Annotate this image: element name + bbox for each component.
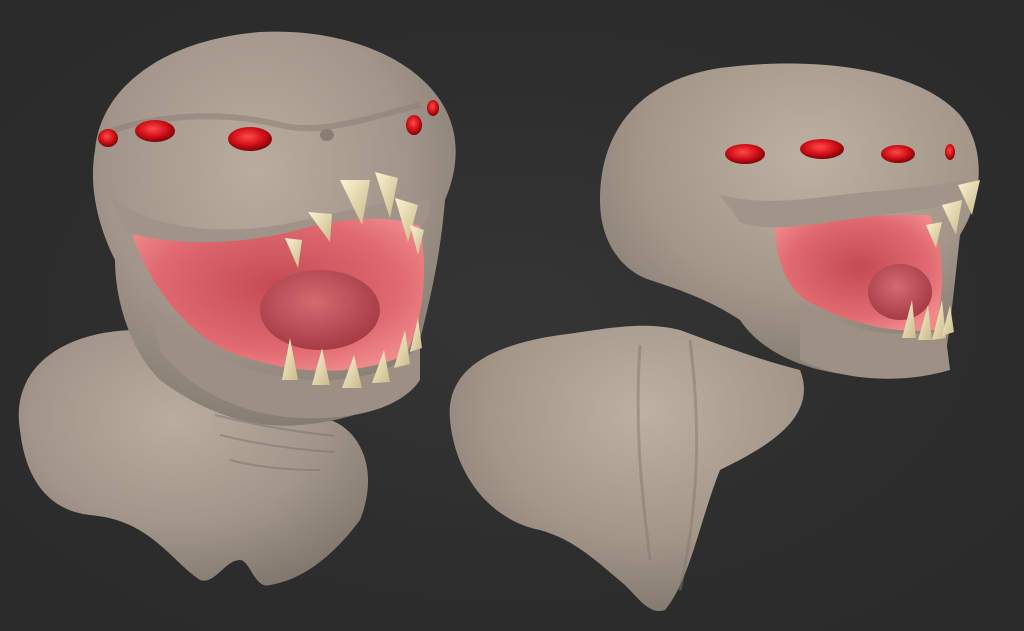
sculpt-render xyxy=(18,31,980,611)
eye-icon xyxy=(945,144,955,160)
creature-right xyxy=(449,63,980,611)
left-tongue xyxy=(260,270,380,350)
eye-icon xyxy=(881,145,915,163)
eye-icon xyxy=(725,144,765,164)
right-body xyxy=(449,325,804,611)
render-viewport xyxy=(0,0,1024,631)
eye-icon xyxy=(98,129,118,147)
creature-left xyxy=(18,31,456,586)
eye-icon xyxy=(427,100,439,116)
eye-icon xyxy=(406,115,422,135)
eye-icon xyxy=(228,127,272,151)
left-nostril xyxy=(320,129,334,141)
right-tongue xyxy=(868,264,932,320)
eye-icon xyxy=(800,139,844,159)
eye-icon xyxy=(135,120,175,142)
